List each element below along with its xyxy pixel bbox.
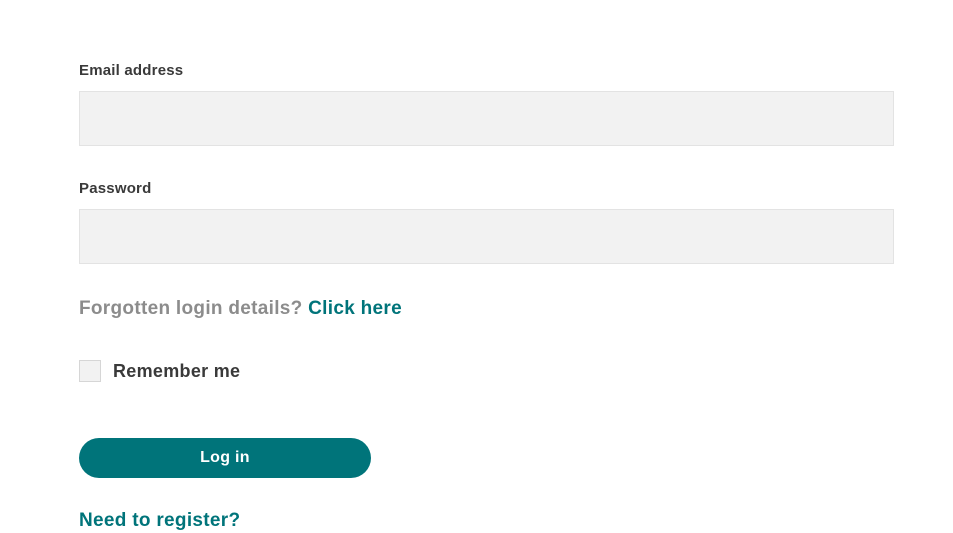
login-button[interactable]: Log in xyxy=(79,438,371,478)
login-form: Email address Password Forgotten login d… xyxy=(79,62,894,532)
email-input[interactable] xyxy=(79,91,894,146)
register-link[interactable]: Need to register? xyxy=(79,510,894,532)
remember-row: Remember me xyxy=(79,360,894,382)
password-field-group: Password xyxy=(79,180,894,264)
forgotten-row: Forgotten login details? Click here xyxy=(79,298,894,320)
email-field-group: Email address xyxy=(79,62,894,146)
forgotten-text: Forgotten login details? xyxy=(79,298,308,319)
email-label: Email address xyxy=(79,62,894,79)
password-input[interactable] xyxy=(79,209,894,264)
remember-checkbox[interactable] xyxy=(79,360,101,382)
password-label: Password xyxy=(79,180,894,197)
forgotten-link[interactable]: Click here xyxy=(308,298,402,319)
remember-label: Remember me xyxy=(113,361,240,382)
